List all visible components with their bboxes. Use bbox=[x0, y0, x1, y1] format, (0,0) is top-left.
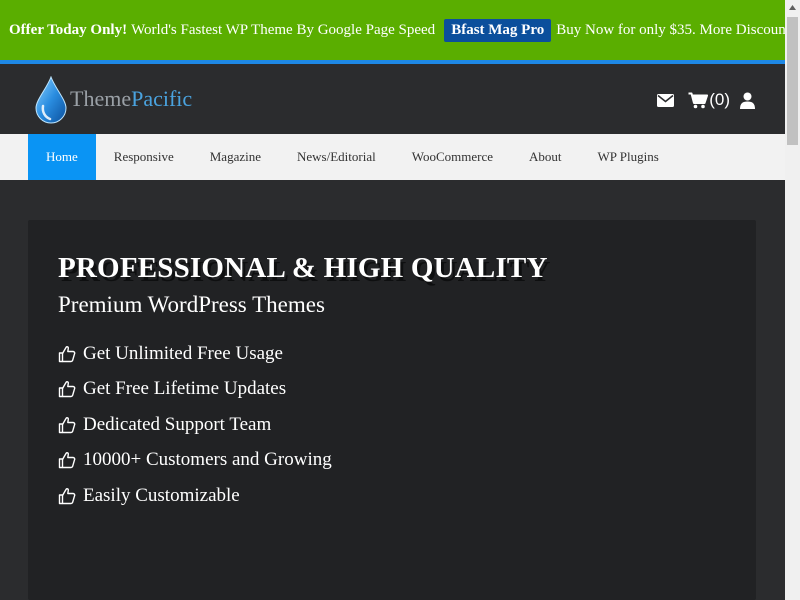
hero-title: PROFESSIONAL & HIGH QUALITY bbox=[58, 252, 548, 284]
promo-strong-text: Offer Today Only! bbox=[9, 21, 128, 38]
feature-label: Get Unlimited Free Usage bbox=[83, 342, 283, 364]
thumbs-up-icon bbox=[58, 487, 78, 505]
cart-button[interactable]: (0) bbox=[688, 90, 730, 110]
cart-icon bbox=[688, 92, 709, 108]
page-scrollbar[interactable] bbox=[785, 0, 800, 600]
promo-badge[interactable]: Bfast Mag Pro bbox=[444, 18, 552, 42]
promo-text: World's Fastest WP Theme By Google Page … bbox=[131, 21, 436, 38]
site-header: ThemePacific (0) bbox=[0, 64, 785, 134]
nav-item-home[interactable]: Home bbox=[28, 134, 96, 180]
feature-item: Get Free Lifetime Updates bbox=[58, 372, 332, 408]
scroll-up-arrow-icon[interactable] bbox=[785, 0, 800, 15]
feature-item: Get Unlimited Free Usage bbox=[58, 336, 332, 372]
feature-list: Get Unlimited Free Usage Get Free Lifeti… bbox=[58, 336, 332, 514]
feature-label: Get Free Lifetime Updates bbox=[83, 378, 287, 400]
thumbs-up-icon bbox=[58, 416, 78, 434]
promo-bar[interactable]: Offer Today Only! World's Fastest WP The… bbox=[0, 0, 800, 60]
nav-item-responsive[interactable]: Responsive bbox=[96, 134, 192, 180]
logo-text-theme: Theme bbox=[70, 86, 132, 111]
nav-item-woocommerce[interactable]: WooCommerce bbox=[394, 134, 511, 180]
thumbs-up-icon bbox=[58, 345, 78, 363]
feature-item: 10000+ Customers and Growing bbox=[58, 443, 332, 479]
logo-text-pacific: Pacific bbox=[131, 86, 193, 111]
cart-count: (0) bbox=[709, 90, 730, 109]
feature-label: Dedicated Support Team bbox=[83, 413, 272, 435]
feature-item: Dedicated Support Team bbox=[58, 407, 332, 443]
nav-item-wp-plugins[interactable]: WP Plugins bbox=[579, 134, 676, 180]
logo-text: ThemePacific bbox=[70, 86, 192, 112]
water-drop-icon bbox=[35, 76, 67, 124]
nav-list: Home Responsive Magazine News/Editorial … bbox=[28, 134, 785, 180]
thumbs-up-icon bbox=[58, 380, 78, 398]
main-nav: Home Responsive Magazine News/Editorial … bbox=[0, 134, 785, 180]
envelope-icon[interactable] bbox=[657, 93, 675, 107]
hero-panel: PROFESSIONAL & HIGH QUALITY Premium Word… bbox=[28, 220, 756, 600]
nav-item-magazine[interactable]: Magazine bbox=[192, 134, 279, 180]
user-icon[interactable] bbox=[740, 92, 755, 109]
promo-tail-text: Buy Now for only $35. More Discount: 10% bbox=[556, 21, 800, 38]
nav-item-about[interactable]: About bbox=[511, 134, 580, 180]
feature-label: Easily Customizable bbox=[83, 484, 240, 506]
hero-subtitle: Premium WordPress Themes bbox=[58, 292, 325, 317]
thumbs-up-icon bbox=[58, 451, 78, 469]
feature-item: Easily Customizable bbox=[58, 478, 332, 514]
scrollbar-thumb[interactable] bbox=[787, 17, 798, 145]
site-logo[interactable]: ThemePacific bbox=[34, 76, 192, 124]
header-icons: (0) bbox=[657, 90, 755, 110]
feature-label: 10000+ Customers and Growing bbox=[83, 449, 332, 471]
nav-item-news-editorial[interactable]: News/Editorial bbox=[279, 134, 394, 180]
